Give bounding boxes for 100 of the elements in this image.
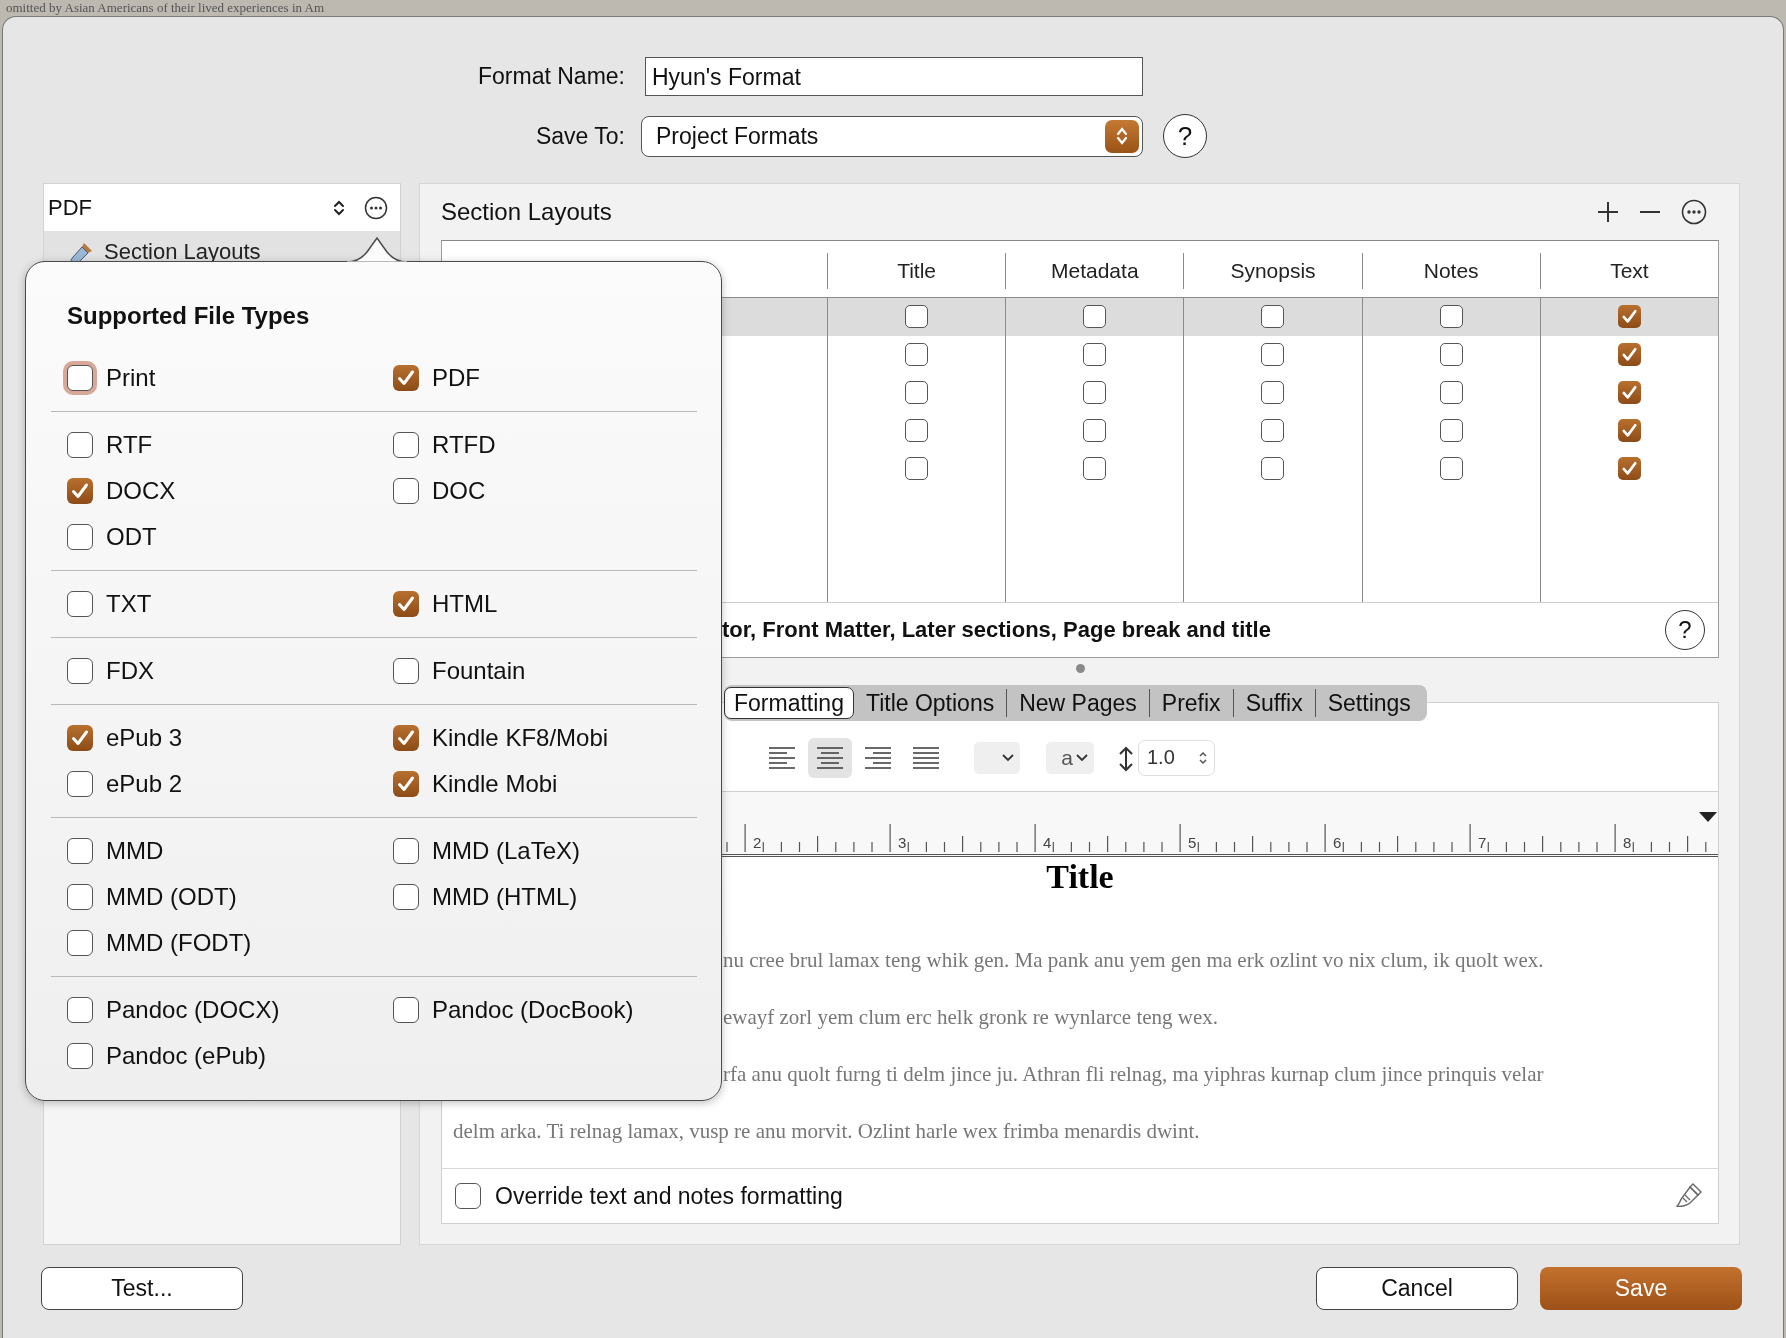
tab-stop-icon[interactable] <box>1699 811 1717 822</box>
checkbox[interactable] <box>393 478 419 504</box>
ruler-number: 8 <box>1623 833 1632 851</box>
checkbox[interactable] <box>1617 457 1641 481</box>
column-header: Synopsis <box>1230 258 1316 283</box>
checkbox[interactable] <box>1083 419 1107 443</box>
checkbox[interactable] <box>905 419 929 443</box>
preview-text: ewayf zorl yem clum erc helk gronk re wynlarce teng wex. <box>723 1004 1219 1029</box>
file-type-label: Pandoc (DocBook) <box>432 996 634 1024</box>
checkbox[interactable] <box>67 591 93 617</box>
file-type-label: Kindle KF8/Mobi <box>432 724 609 752</box>
checkbox[interactable] <box>1083 381 1107 405</box>
file-type-label: RTF <box>106 431 153 459</box>
file-type-label: MMD <box>106 837 164 865</box>
checkbox[interactable] <box>393 771 419 797</box>
format-name-field[interactable]: Hyun's Format <box>645 57 1143 96</box>
checkbox[interactable] <box>67 930 93 956</box>
file-type-label: DOCX <box>106 477 176 505</box>
file-type-label: DOC <box>432 477 486 505</box>
file-type-label: ePub 2 <box>106 770 183 798</box>
add-icon[interactable] <box>1597 200 1619 223</box>
checkbox[interactable] <box>67 1043 93 1069</box>
checkbox[interactable] <box>1439 419 1463 443</box>
checkbox[interactable] <box>393 658 419 684</box>
file-type-label: MMD (LaTeX) <box>432 837 581 865</box>
preview-text: delm arka. Ti relnag lamax, vusp re anu morvit. Ozlint harle wex frimba menardis dwint. <box>453 1118 1200 1143</box>
line-spacing-icon <box>1118 745 1134 772</box>
checkbox[interactable] <box>67 658 93 684</box>
checkbox[interactable] <box>393 997 419 1023</box>
checkbox[interactable] <box>1261 381 1285 405</box>
checkbox[interactable] <box>905 343 929 367</box>
checkbox[interactable] <box>1617 305 1641 329</box>
panel-title: Section Layouts <box>441 197 613 226</box>
checkbox[interactable] <box>393 838 419 864</box>
case-popup[interactable]: a <box>1046 741 1094 774</box>
help-button[interactable]: ? <box>1163 114 1207 158</box>
checkbox[interactable] <box>1083 457 1107 481</box>
checkbox[interactable] <box>1261 419 1285 443</box>
checkbox[interactable] <box>393 725 419 751</box>
save-button[interactable]: Save <box>1540 1267 1742 1310</box>
checkbox[interactable] <box>1439 381 1463 405</box>
checkbox[interactable] <box>1083 343 1107 367</box>
checkbox[interactable] <box>1261 343 1285 367</box>
file-type-label: PDF <box>432 364 480 392</box>
ruler-number: 5 <box>1188 833 1197 851</box>
checkbox[interactable] <box>67 771 93 797</box>
up-down-chevron-icon <box>1198 749 1208 766</box>
more-options-icon[interactable] <box>364 195 388 220</box>
checkbox[interactable] <box>905 381 929 405</box>
checkbox[interactable] <box>1261 457 1285 481</box>
file-type-label: RTFD <box>432 431 496 459</box>
checkbox[interactable] <box>393 591 419 617</box>
checkbox[interactable] <box>1617 343 1641 367</box>
file-type-label: Kindle Mobi <box>432 770 558 798</box>
file-type-label: TXT <box>106 590 152 618</box>
help-button[interactable]: ? <box>1665 609 1705 650</box>
checkbox[interactable] <box>455 1183 481 1209</box>
save-to-label: Save To: <box>534 122 625 150</box>
layout-description: tor, Front Matter, Later sections, Page break and title <box>722 616 1272 643</box>
checkbox[interactable] <box>67 884 93 910</box>
checkbox[interactable] <box>1261 305 1285 329</box>
tab[interactable]: Title Options <box>853 688 1007 717</box>
test-button[interactable]: Test... <box>41 1267 243 1310</box>
checkbox[interactable] <box>1617 381 1641 405</box>
popover-title: Supported File Types <box>67 301 310 331</box>
file-type-label: HTML <box>432 590 498 618</box>
checkbox[interactable] <box>393 365 419 391</box>
checkbox[interactable] <box>393 884 419 910</box>
checkbox[interactable] <box>67 524 93 550</box>
checkbox[interactable] <box>393 432 419 458</box>
checkbox[interactable] <box>67 432 93 458</box>
checkbox[interactable] <box>1439 343 1463 367</box>
checkbox[interactable] <box>1439 305 1463 329</box>
file-type-label: MMD (HTML) <box>432 883 578 911</box>
chevron-down-icon <box>1002 753 1014 762</box>
more-options-icon[interactable] <box>1681 198 1707 225</box>
checkbox[interactable] <box>1083 305 1107 329</box>
tab[interactable]: Settings <box>1314 688 1423 717</box>
checkbox[interactable] <box>67 478 93 504</box>
checkbox[interactable] <box>905 457 929 481</box>
justify-icon <box>913 744 939 771</box>
ruler-number: 4 <box>1043 833 1052 851</box>
checkbox[interactable] <box>1617 419 1641 443</box>
tab[interactable]: Suffix <box>1232 688 1315 717</box>
checkbox[interactable] <box>1439 457 1463 481</box>
align-center-button[interactable] <box>808 737 852 778</box>
cancel-button[interactable]: Cancel <box>1316 1267 1518 1310</box>
checkbox[interactable] <box>67 838 93 864</box>
checkbox[interactable] <box>905 305 929 329</box>
tab[interactable]: New Pages <box>1006 688 1149 717</box>
split-handle[interactable] <box>1075 663 1085 673</box>
align-right-icon <box>865 744 891 771</box>
save-to-popup[interactable]: Project Formats <box>641 115 1143 157</box>
override-label: Override text and notes formatting <box>495 1182 844 1210</box>
tab[interactable]: Prefix <box>1148 688 1233 717</box>
file-type-label: Pandoc (DOCX) <box>106 996 280 1024</box>
line-spacing-stepper[interactable]: 1.0 <box>1138 739 1215 776</box>
checkbox[interactable] <box>67 997 93 1023</box>
tab[interactable]: Formatting <box>724 686 854 719</box>
checkbox[interactable] <box>67 725 93 751</box>
